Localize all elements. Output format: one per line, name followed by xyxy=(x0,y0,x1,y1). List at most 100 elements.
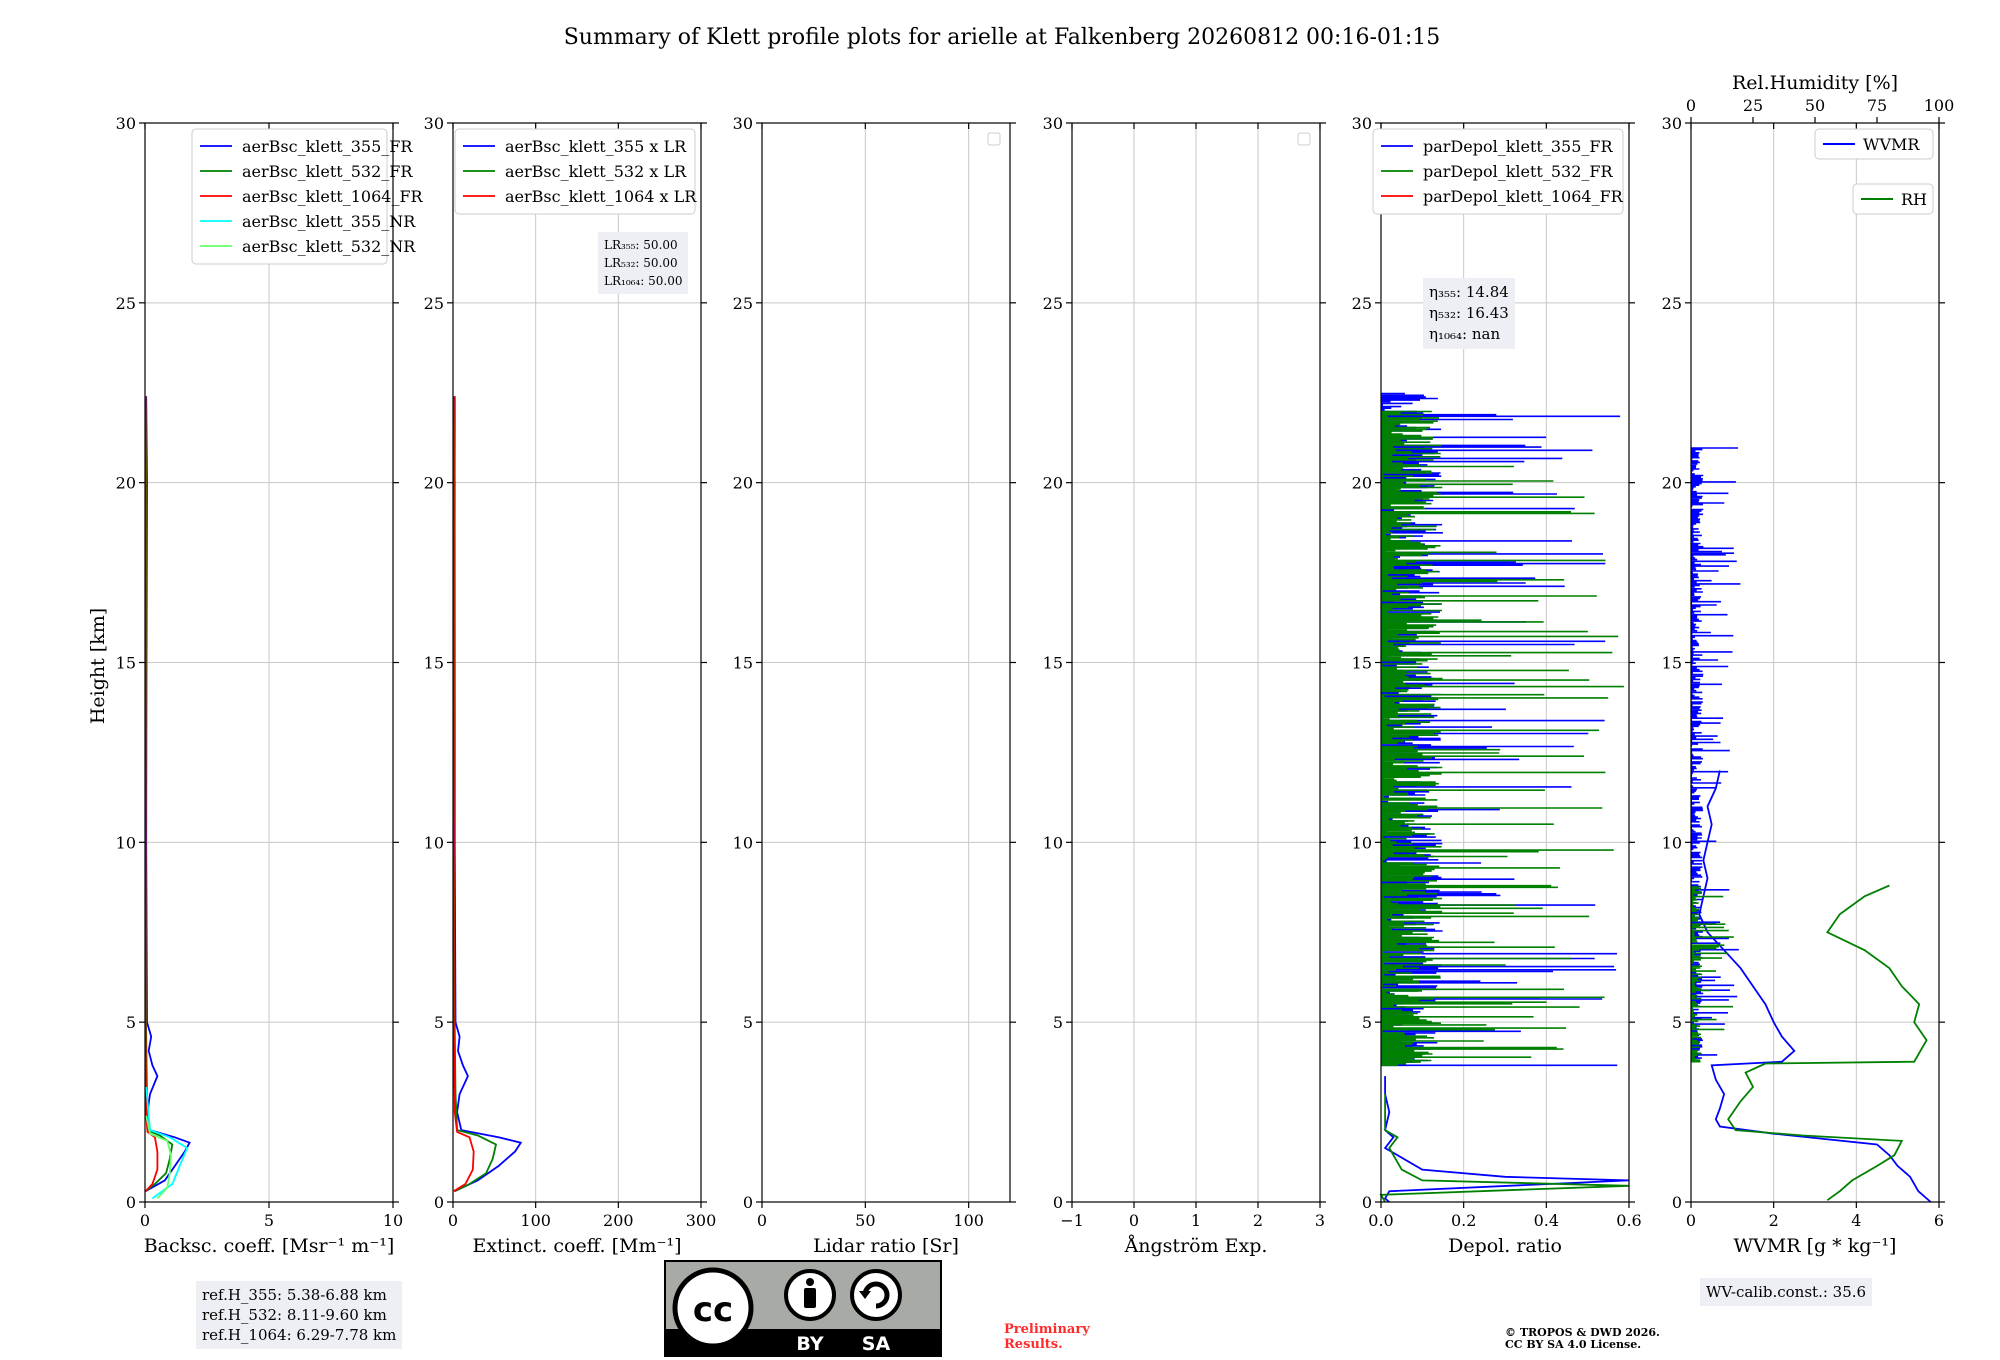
copyright-note: © TROPOS & DWD 2026. CC BY SA 4.0 Licens… xyxy=(1505,1327,1660,1351)
y-tick-label: 10 xyxy=(733,833,753,852)
series-line-aerBsc_klett_532_FR xyxy=(144,396,174,1192)
klett-summary-figure: Summary of Klett profile plots for ariel… xyxy=(87,25,1955,1357)
x-axis-label: Ångström Exp. xyxy=(1124,1235,1268,1257)
y-tick-label: 10 xyxy=(1662,833,1682,852)
x-tick-label: 3 xyxy=(1315,1211,1325,1230)
y-tick-label: 0 xyxy=(1053,1193,1063,1212)
series-line-WVMR xyxy=(1698,770,1932,1203)
reference-height-box: ref.H_355: 5.38-6.88 km ref.H_532: 8.11-… xyxy=(196,1281,403,1349)
y-tick-label: 20 xyxy=(1352,474,1372,493)
top-x-tick-label: 75 xyxy=(1867,96,1887,115)
x-tick-label: 0.4 xyxy=(1534,1211,1559,1230)
y-tick-label: 25 xyxy=(1352,294,1372,313)
lr-532: LR₅₃₂: 50.00 xyxy=(604,256,678,270)
x-axis-label: Depol. ratio xyxy=(1448,1235,1562,1257)
y-axis-label: Height [km] xyxy=(87,608,109,724)
x-tick-label: 6 xyxy=(1934,1211,1944,1230)
cc-label: cc xyxy=(693,1290,733,1330)
y-tick-label: 0 xyxy=(126,1193,136,1212)
series-line-aerBsc_klett_355_FR xyxy=(145,396,191,1192)
y-tick-label: 0 xyxy=(1672,1193,1682,1212)
y-tick-label: 25 xyxy=(116,294,136,313)
x-tick-label: 2 xyxy=(1253,1211,1263,1230)
y-tick-label: 10 xyxy=(116,833,136,852)
y-tick-label: 25 xyxy=(1043,294,1063,313)
share-alike-icon xyxy=(850,1269,902,1321)
y-tick-label: 5 xyxy=(434,1013,444,1032)
series-group-depol xyxy=(1379,392,1630,1203)
y-tick-label: 20 xyxy=(424,474,444,493)
x-tick-label: 1 xyxy=(1191,1211,1201,1230)
legend-entry: aerBsc_klett_355_NR xyxy=(242,212,416,231)
x-tick-label: 0.0 xyxy=(1368,1211,1393,1230)
panel-bsc: 0 5 10 0 5 10 15 20 25 30 Backsc. coeff. [Msr⁻¹ m⁻… xyxy=(116,114,424,1257)
x-tick-label: 50 xyxy=(855,1211,875,1230)
ref-h-532: ref.H_532: 8.11-9.60 km xyxy=(202,1306,387,1324)
y-tick-label: 10 xyxy=(424,833,444,852)
legend-entry: parDepol_klett_1064_FR xyxy=(1423,187,1624,206)
cc-by-sa-badge[interactable]: cc BY SA xyxy=(664,1260,942,1357)
x-axis-label: WVMR [g * kg⁻¹] xyxy=(1734,1235,1897,1257)
y-tick-label: 20 xyxy=(116,474,136,493)
y-tick-label: 10 xyxy=(1352,833,1372,852)
y-tick-label: 5 xyxy=(1672,1013,1682,1032)
lr-355: LR₃₅₅: 50.00 xyxy=(604,238,678,252)
wv-calib-const: WV-calib.const.: 35.6 xyxy=(1706,1283,1867,1301)
top-x-axis-label: Rel.Humidity [%] xyxy=(1732,72,1898,94)
copyright-line-2: CC BY SA 4.0 License. xyxy=(1505,1338,1642,1351)
x-tick-label: 0 xyxy=(1129,1211,1139,1230)
top-x-tick-label: 0 xyxy=(1686,96,1696,115)
y-tick-label: 30 xyxy=(116,114,136,133)
y-tick-label: 15 xyxy=(424,654,444,673)
legend-entry: aerBsc_klett_355 x LR xyxy=(505,137,687,156)
preliminary-line-1: Preliminary xyxy=(1004,1322,1090,1337)
legend-entry: aerBsc_klett_532_NR xyxy=(242,237,416,256)
x-tick-label: 0 xyxy=(1686,1211,1696,1230)
x-tick-label: 100 xyxy=(953,1211,984,1230)
panel-ang: −1 0 1 2 3051015202530Ångström Exp. xyxy=(1043,114,1326,1257)
legend-entry: WVMR xyxy=(1863,135,1920,154)
sa-label: SA xyxy=(862,1333,891,1355)
y-tick-label: 25 xyxy=(733,294,753,313)
y-tick-label: 0 xyxy=(434,1193,444,1212)
series-group-bsc xyxy=(144,396,191,1200)
x-tick-label: 4 xyxy=(1851,1211,1861,1230)
series-line-aerBsc_klett_355 x LR xyxy=(453,396,523,1193)
y-tick-label: 30 xyxy=(1662,114,1682,133)
x-tick-label: −1 xyxy=(1060,1211,1084,1230)
x-tick-label: 200 xyxy=(603,1211,634,1230)
legend-entry: aerBsc_klett_355_FR xyxy=(242,137,413,156)
empty-legend-box xyxy=(1297,132,1311,146)
series-line-aerBsc_klett_1064 x LR xyxy=(452,396,475,1192)
top-x-tick-label: 50 xyxy=(1805,96,1825,115)
legend-entry: RH xyxy=(1901,190,1927,209)
y-tick-label: 20 xyxy=(733,474,753,493)
x-axis-label: Extinct. coeff. [Mm⁻¹] xyxy=(472,1235,681,1257)
legend-entry: parDepol_klett_532_FR xyxy=(1423,162,1614,181)
y-tick-label: 20 xyxy=(1043,474,1063,493)
y-tick-label: 15 xyxy=(1662,654,1682,673)
legend-entry: aerBsc_klett_1064 x LR xyxy=(505,187,697,206)
y-tick-label: 20 xyxy=(1662,474,1682,493)
panel-lr: 0 50 100 0 5 10 15 20 25 30 Lidar ratio [Sr] xyxy=(733,114,1016,1257)
panel-wv: 0 2 4 6 0 5 10 15 20 25 30 WVMR [g * kg⁻¹] 0 25 50 75 10… xyxy=(1662,72,1955,1257)
series-line-aerBsc_klett_532 x LR xyxy=(452,396,498,1193)
y-tick-label: 5 xyxy=(1362,1013,1372,1032)
eta-355: η₃₅₅: 14.84 xyxy=(1429,283,1509,301)
x-tick-label: 0.2 xyxy=(1451,1211,1476,1230)
figure-title: Summary of Klett profile plots for ariel… xyxy=(564,25,1441,50)
x-axis-label: Backsc. coeff. [Msr⁻¹ m⁻¹] xyxy=(144,1235,395,1257)
top-x-tick-label: 25 xyxy=(1743,96,1763,115)
eta-532: η₅₃₂: 16.43 xyxy=(1429,304,1509,322)
y-tick-label: 30 xyxy=(733,114,753,133)
x-tick-label: 10 xyxy=(383,1211,403,1230)
x-tick-label: 0.6 xyxy=(1616,1211,1641,1230)
eta-1064: η₁₀₆₄: nan xyxy=(1429,325,1501,343)
ref-h-355: ref.H_355: 5.38-6.88 km xyxy=(202,1286,387,1304)
y-tick-label: 5 xyxy=(1053,1013,1063,1032)
x-tick-label: 2 xyxy=(1769,1211,1779,1230)
by-label: BY xyxy=(796,1333,823,1355)
top-x-tick-label: 100 xyxy=(1924,96,1955,115)
y-tick-label: 10 xyxy=(1043,833,1063,852)
angstrom-eta-box: η₃₅₅: 14.84 η₅₃₂: 16.43 η₁₀₆₄: nan xyxy=(1423,278,1515,349)
